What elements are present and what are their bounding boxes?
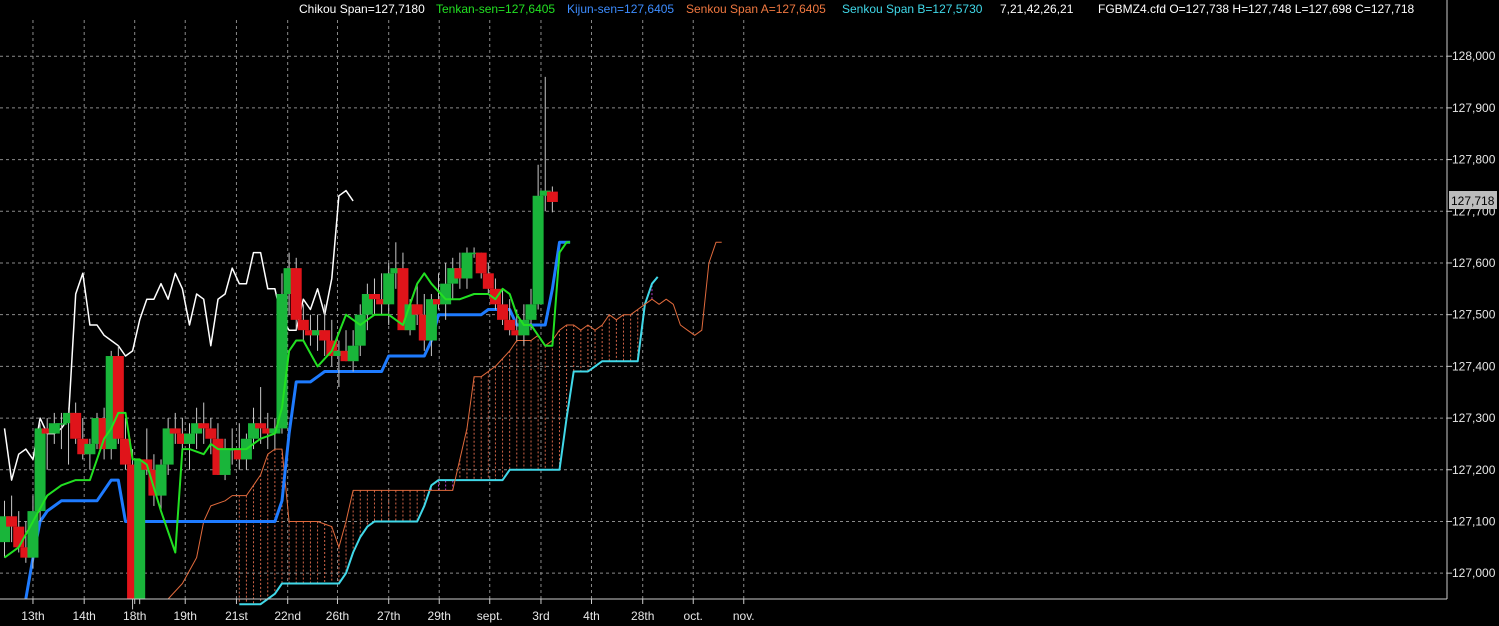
y-tick-label: 127,900	[1452, 101, 1496, 115]
y-tick-label: 127,300	[1452, 411, 1496, 425]
indicator-header: Chikou Span=127,7180 Tenkan-sen=127,6405…	[299, 2, 1415, 16]
candle-body	[70, 412, 82, 439]
x-tick-label: sept.	[477, 609, 503, 623]
candle-body	[155, 464, 167, 496]
y-tick-label: 127,200	[1452, 463, 1496, 477]
plot-frame	[0, 0, 1448, 600]
x-tick-label: 18th	[123, 609, 146, 623]
x-tick-label: 26th	[326, 609, 349, 623]
senkou-span-a-value: Senkou Span A=127,6405	[686, 2, 826, 16]
kijun-sen-value: Kijun-sen=127,6405	[567, 2, 674, 16]
x-tick-label: nov.	[733, 609, 755, 623]
y-tick-label: 127,600	[1452, 256, 1496, 270]
candlesticks	[0, 76, 558, 610]
x-tick-label: 4th	[583, 609, 600, 623]
y-tick-label: 128,000	[1452, 49, 1496, 63]
candle-body	[84, 443, 96, 455]
candle-body	[475, 252, 487, 274]
candle-body	[134, 459, 146, 599]
candle-body	[532, 195, 544, 305]
candle-body	[198, 423, 210, 429]
x-tick-label: 14th	[73, 609, 96, 623]
tenkan-sen-value: Tenkan-sen=127,6405	[436, 2, 555, 16]
x-tick-label: 13th	[21, 609, 44, 623]
candle-body	[219, 449, 231, 475]
candle-body	[425, 299, 437, 341]
candle-body	[347, 345, 359, 362]
candle-body	[112, 356, 124, 439]
price-axis[interactable]: 127,000 127,100 127,200 127,300 127,400 127,5…	[1447, 49, 1496, 580]
candle-body	[297, 319, 309, 331]
x-tick-label: 21st	[225, 609, 248, 623]
candle-body	[525, 304, 537, 320]
last-price-tag: 127,718	[1449, 191, 1497, 209]
candle-body	[169, 428, 181, 434]
time-axis[interactable]: 13th 14th 18th 19th 21st 22nd 26th 27th 29th sept…	[21, 599, 755, 623]
candle-body	[482, 273, 494, 289]
candle-body	[461, 252, 473, 279]
candle-body	[546, 191, 558, 202]
x-tick-label: oct.	[684, 609, 703, 623]
last-price-label: 127,718	[1451, 194, 1495, 208]
y-tick-label: 127,000	[1452, 566, 1496, 580]
candle-body	[290, 268, 302, 320]
candle-body	[55, 423, 67, 425]
ichimoku-cloud	[238, 283, 653, 605]
candle-body	[354, 314, 366, 346]
senkou-span-b-value: Senkou Span B=127,5730	[842, 2, 983, 16]
y-tick-label: 127,500	[1452, 308, 1496, 322]
candle-body	[497, 304, 509, 320]
chikou-span-value: Chikou Span=127,7180	[299, 2, 425, 16]
candle-body	[34, 428, 46, 512]
candle-body	[368, 293, 380, 300]
candle-body	[319, 330, 331, 341]
candle-body	[48, 423, 60, 434]
candle-body	[205, 428, 217, 439]
x-tick-label: 22nd	[274, 609, 301, 623]
candle-body	[411, 304, 423, 315]
y-tick-label: 127,400	[1452, 359, 1496, 373]
y-tick-label: 127,100	[1452, 514, 1496, 528]
ichimoku-parameters: 7,21,42,26,21	[1000, 2, 1074, 16]
x-tick-label: 19th	[174, 609, 197, 623]
candle-body	[13, 526, 25, 548]
candle-body	[383, 273, 395, 305]
candle-body	[255, 423, 267, 429]
candle-body	[162, 428, 174, 465]
candle-body	[183, 433, 195, 444]
x-tick-label: 27th	[377, 609, 400, 623]
candle-body	[518, 319, 530, 336]
ichimoku-chart[interactable]: 127,000 127,100 127,200 127,300 127,400 127,5…	[0, 0, 1499, 626]
y-tick-label: 127,800	[1452, 153, 1496, 167]
x-tick-label: 3rd	[532, 609, 549, 623]
x-tick-label: 28th	[631, 609, 654, 623]
candle-body	[6, 516, 18, 527]
symbol-ohlc: FGBMZ4.cfd O=127,738 H=127,748 L=127,698…	[1098, 2, 1415, 16]
candle-body	[504, 319, 516, 331]
x-tick-label: 29th	[428, 609, 451, 623]
candle-body	[27, 511, 39, 558]
